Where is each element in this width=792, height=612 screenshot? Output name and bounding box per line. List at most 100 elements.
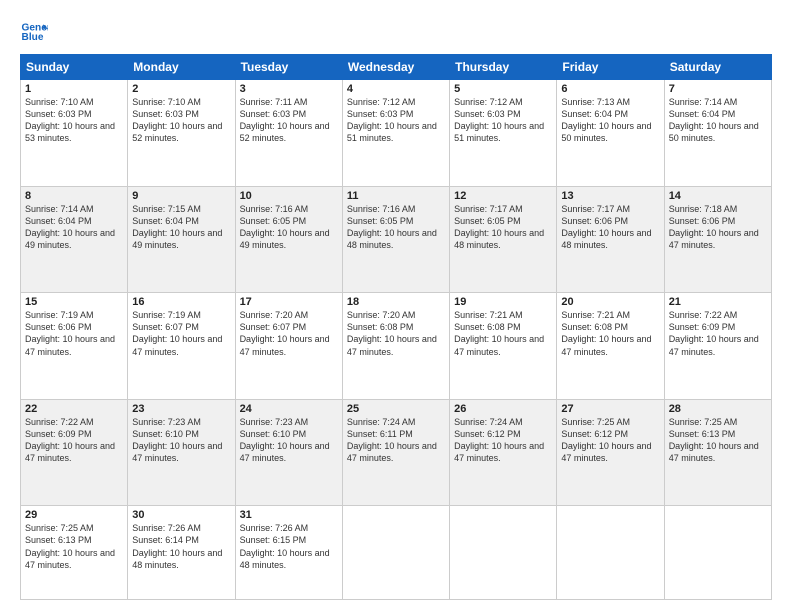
cell-details: Sunrise: 7:25 AMSunset: 6:12 PMDaylight:… bbox=[561, 416, 659, 465]
calendar-cell: 20Sunrise: 7:21 AMSunset: 6:08 PMDayligh… bbox=[557, 293, 664, 400]
calendar-cell: 7Sunrise: 7:14 AMSunset: 6:04 PMDaylight… bbox=[664, 80, 771, 187]
calendar-cell: 31Sunrise: 7:26 AMSunset: 6:15 PMDayligh… bbox=[235, 506, 342, 600]
day-number: 3 bbox=[240, 83, 338, 95]
weekday-header-tuesday: Tuesday bbox=[235, 55, 342, 80]
day-number: 20 bbox=[561, 296, 659, 308]
calendar-page: General Blue SundayMondayTuesdayWednesda… bbox=[0, 0, 792, 612]
cell-details: Sunrise: 7:14 AMSunset: 6:04 PMDaylight:… bbox=[669, 96, 767, 145]
cell-details: Sunrise: 7:12 AMSunset: 6:03 PMDaylight:… bbox=[454, 96, 552, 145]
calendar-cell: 23Sunrise: 7:23 AMSunset: 6:10 PMDayligh… bbox=[128, 399, 235, 506]
day-number: 16 bbox=[132, 296, 230, 308]
day-number: 23 bbox=[132, 403, 230, 415]
calendar-cell: 28Sunrise: 7:25 AMSunset: 6:13 PMDayligh… bbox=[664, 399, 771, 506]
day-number: 11 bbox=[347, 190, 445, 202]
cell-details: Sunrise: 7:11 AMSunset: 6:03 PMDaylight:… bbox=[240, 96, 338, 145]
calendar-week-4: 22Sunrise: 7:22 AMSunset: 6:09 PMDayligh… bbox=[21, 399, 772, 506]
cell-details: Sunrise: 7:20 AMSunset: 6:08 PMDaylight:… bbox=[347, 309, 445, 358]
calendar-cell: 24Sunrise: 7:23 AMSunset: 6:10 PMDayligh… bbox=[235, 399, 342, 506]
day-number: 15 bbox=[25, 296, 123, 308]
calendar-week-3: 15Sunrise: 7:19 AMSunset: 6:06 PMDayligh… bbox=[21, 293, 772, 400]
day-number: 9 bbox=[132, 190, 230, 202]
day-number: 4 bbox=[347, 83, 445, 95]
calendar-cell bbox=[450, 506, 557, 600]
calendar-cell: 3Sunrise: 7:11 AMSunset: 6:03 PMDaylight… bbox=[235, 80, 342, 187]
day-number: 19 bbox=[454, 296, 552, 308]
calendar-cell: 11Sunrise: 7:16 AMSunset: 6:05 PMDayligh… bbox=[342, 186, 449, 293]
weekday-header-monday: Monday bbox=[128, 55, 235, 80]
day-number: 10 bbox=[240, 190, 338, 202]
calendar-cell: 10Sunrise: 7:16 AMSunset: 6:05 PMDayligh… bbox=[235, 186, 342, 293]
cell-details: Sunrise: 7:19 AMSunset: 6:07 PMDaylight:… bbox=[132, 309, 230, 358]
calendar-cell: 8Sunrise: 7:14 AMSunset: 6:04 PMDaylight… bbox=[21, 186, 128, 293]
day-number: 22 bbox=[25, 403, 123, 415]
calendar-header-row: SundayMondayTuesdayWednesdayThursdayFrid… bbox=[21, 55, 772, 80]
day-number: 1 bbox=[25, 83, 123, 95]
calendar-week-2: 8Sunrise: 7:14 AMSunset: 6:04 PMDaylight… bbox=[21, 186, 772, 293]
calendar-cell: 16Sunrise: 7:19 AMSunset: 6:07 PMDayligh… bbox=[128, 293, 235, 400]
cell-details: Sunrise: 7:18 AMSunset: 6:06 PMDaylight:… bbox=[669, 203, 767, 252]
day-number: 29 bbox=[25, 509, 123, 521]
cell-details: Sunrise: 7:20 AMSunset: 6:07 PMDaylight:… bbox=[240, 309, 338, 358]
calendar-cell: 6Sunrise: 7:13 AMSunset: 6:04 PMDaylight… bbox=[557, 80, 664, 187]
page-header: General Blue bbox=[20, 18, 772, 46]
day-number: 24 bbox=[240, 403, 338, 415]
cell-details: Sunrise: 7:26 AMSunset: 6:15 PMDaylight:… bbox=[240, 522, 338, 571]
logo: General Blue bbox=[20, 18, 52, 46]
calendar-cell: 15Sunrise: 7:19 AMSunset: 6:06 PMDayligh… bbox=[21, 293, 128, 400]
day-number: 6 bbox=[561, 83, 659, 95]
weekday-header-friday: Friday bbox=[557, 55, 664, 80]
day-number: 18 bbox=[347, 296, 445, 308]
calendar-cell: 19Sunrise: 7:21 AMSunset: 6:08 PMDayligh… bbox=[450, 293, 557, 400]
day-number: 31 bbox=[240, 509, 338, 521]
calendar-week-5: 29Sunrise: 7:25 AMSunset: 6:13 PMDayligh… bbox=[21, 506, 772, 600]
calendar-cell: 2Sunrise: 7:10 AMSunset: 6:03 PMDaylight… bbox=[128, 80, 235, 187]
calendar-cell: 5Sunrise: 7:12 AMSunset: 6:03 PMDaylight… bbox=[450, 80, 557, 187]
calendar-cell: 14Sunrise: 7:18 AMSunset: 6:06 PMDayligh… bbox=[664, 186, 771, 293]
day-number: 25 bbox=[347, 403, 445, 415]
day-number: 21 bbox=[669, 296, 767, 308]
calendar-cell: 17Sunrise: 7:20 AMSunset: 6:07 PMDayligh… bbox=[235, 293, 342, 400]
calendar-cell bbox=[557, 506, 664, 600]
calendar-cell: 4Sunrise: 7:12 AMSunset: 6:03 PMDaylight… bbox=[342, 80, 449, 187]
cell-details: Sunrise: 7:22 AMSunset: 6:09 PMDaylight:… bbox=[669, 309, 767, 358]
day-number: 5 bbox=[454, 83, 552, 95]
cell-details: Sunrise: 7:16 AMSunset: 6:05 PMDaylight:… bbox=[347, 203, 445, 252]
day-number: 26 bbox=[454, 403, 552, 415]
weekday-header-sunday: Sunday bbox=[21, 55, 128, 80]
calendar-cell: 25Sunrise: 7:24 AMSunset: 6:11 PMDayligh… bbox=[342, 399, 449, 506]
day-number: 7 bbox=[669, 83, 767, 95]
cell-details: Sunrise: 7:23 AMSunset: 6:10 PMDaylight:… bbox=[240, 416, 338, 465]
calendar-cell: 1Sunrise: 7:10 AMSunset: 6:03 PMDaylight… bbox=[21, 80, 128, 187]
calendar-table: SundayMondayTuesdayWednesdayThursdayFrid… bbox=[20, 54, 772, 600]
day-number: 14 bbox=[669, 190, 767, 202]
cell-details: Sunrise: 7:15 AMSunset: 6:04 PMDaylight:… bbox=[132, 203, 230, 252]
cell-details: Sunrise: 7:19 AMSunset: 6:06 PMDaylight:… bbox=[25, 309, 123, 358]
day-number: 30 bbox=[132, 509, 230, 521]
weekday-header-wednesday: Wednesday bbox=[342, 55, 449, 80]
cell-details: Sunrise: 7:21 AMSunset: 6:08 PMDaylight:… bbox=[561, 309, 659, 358]
cell-details: Sunrise: 7:25 AMSunset: 6:13 PMDaylight:… bbox=[25, 522, 123, 571]
calendar-cell: 21Sunrise: 7:22 AMSunset: 6:09 PMDayligh… bbox=[664, 293, 771, 400]
cell-details: Sunrise: 7:13 AMSunset: 6:04 PMDaylight:… bbox=[561, 96, 659, 145]
day-number: 13 bbox=[561, 190, 659, 202]
svg-text:Blue: Blue bbox=[22, 32, 44, 43]
calendar-cell bbox=[342, 506, 449, 600]
calendar-cell: 22Sunrise: 7:22 AMSunset: 6:09 PMDayligh… bbox=[21, 399, 128, 506]
weekday-header-saturday: Saturday bbox=[664, 55, 771, 80]
weekday-header-thursday: Thursday bbox=[450, 55, 557, 80]
cell-details: Sunrise: 7:21 AMSunset: 6:08 PMDaylight:… bbox=[454, 309, 552, 358]
calendar-cell: 29Sunrise: 7:25 AMSunset: 6:13 PMDayligh… bbox=[21, 506, 128, 600]
cell-details: Sunrise: 7:22 AMSunset: 6:09 PMDaylight:… bbox=[25, 416, 123, 465]
calendar-body: 1Sunrise: 7:10 AMSunset: 6:03 PMDaylight… bbox=[21, 80, 772, 600]
cell-details: Sunrise: 7:23 AMSunset: 6:10 PMDaylight:… bbox=[132, 416, 230, 465]
calendar-week-1: 1Sunrise: 7:10 AMSunset: 6:03 PMDaylight… bbox=[21, 80, 772, 187]
day-number: 2 bbox=[132, 83, 230, 95]
cell-details: Sunrise: 7:16 AMSunset: 6:05 PMDaylight:… bbox=[240, 203, 338, 252]
day-number: 12 bbox=[454, 190, 552, 202]
cell-details: Sunrise: 7:17 AMSunset: 6:06 PMDaylight:… bbox=[561, 203, 659, 252]
calendar-cell: 30Sunrise: 7:26 AMSunset: 6:14 PMDayligh… bbox=[128, 506, 235, 600]
calendar-cell: 18Sunrise: 7:20 AMSunset: 6:08 PMDayligh… bbox=[342, 293, 449, 400]
cell-details: Sunrise: 7:26 AMSunset: 6:14 PMDaylight:… bbox=[132, 522, 230, 571]
calendar-cell: 13Sunrise: 7:17 AMSunset: 6:06 PMDayligh… bbox=[557, 186, 664, 293]
cell-details: Sunrise: 7:10 AMSunset: 6:03 PMDaylight:… bbox=[25, 96, 123, 145]
